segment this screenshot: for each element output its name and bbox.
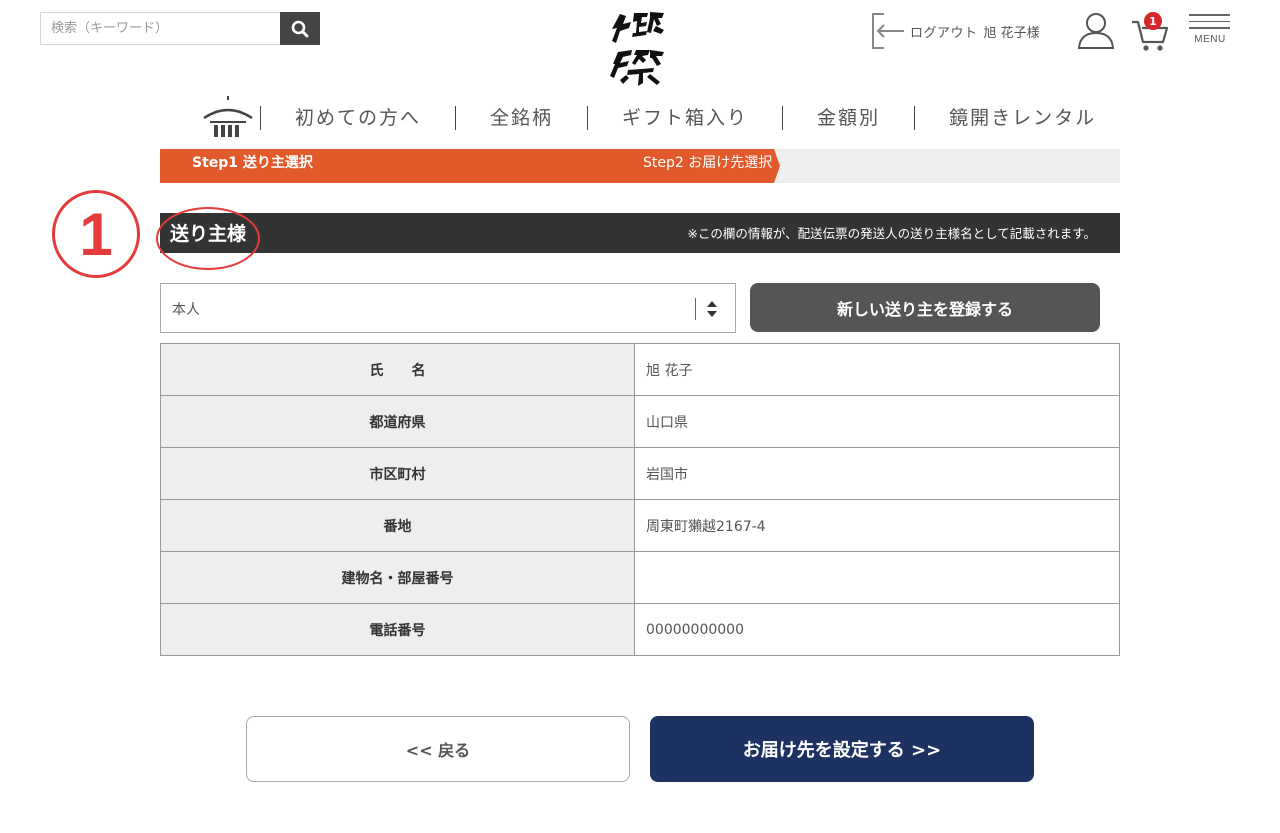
section-note: ※この欄の情報が、配送伝票の発送人の送り主様名として記載されます。	[687, 226, 1096, 241]
dassai-logo[interactable]	[610, 10, 670, 88]
cart-count-badge: 1	[1144, 12, 1162, 30]
nav-all-brands[interactable]: 全銘柄	[455, 106, 587, 130]
search-box	[40, 12, 320, 45]
section-header: 送り主様 ※この欄の情報が、配送伝票の発送人の送り主様名として記載されます。	[160, 213, 1120, 253]
hamburger-menu-icon	[1189, 14, 1230, 16]
nav-home[interactable]	[196, 96, 260, 140]
menu-button[interactable]: MENU	[1189, 14, 1231, 45]
logout-link[interactable]: ログアウト 旭 花子様	[870, 12, 1040, 50]
row-value: 周東町獺越2167-4	[634, 499, 1120, 552]
select-divider	[695, 298, 696, 320]
annotation-number: 1	[52, 190, 140, 278]
table-row: 市区町村 岩国市	[160, 447, 1120, 500]
nav-by-price[interactable]: 金額別	[782, 106, 914, 130]
sender-select-value: 本人	[172, 302, 200, 318]
table-row: 氏 名 旭 花子	[160, 343, 1120, 396]
menu-label: MENU	[1194, 33, 1226, 45]
sender-select[interactable]: 本人	[160, 283, 736, 333]
row-label: 番地	[160, 499, 635, 552]
table-row: 番地 周東町獺越2167-4	[160, 499, 1120, 552]
search-input[interactable]	[40, 12, 280, 45]
logout-label: ログアウト	[910, 25, 978, 41]
table-row: 建物名・部屋番号	[160, 551, 1120, 604]
nav-first-time[interactable]: 初めての方へ	[260, 106, 455, 130]
row-label: 市区町村	[160, 447, 635, 500]
user-icon[interactable]	[1076, 10, 1116, 50]
set-delivery-address-button[interactable]: お届け先を設定する >>	[650, 716, 1034, 782]
logout-icon	[872, 13, 904, 49]
user-name: 旭 花子様	[983, 25, 1040, 41]
register-new-sender-button[interactable]: 新しい送り主を登録する	[750, 283, 1100, 332]
row-label: 都道府県	[160, 395, 635, 448]
table-row: 電話番号 00000000000	[160, 603, 1120, 656]
sender-info-table: 氏 名 旭 花子 都道府県 山口県 市区町村 岩国市 番地 周東町獺越2167-…	[160, 343, 1120, 656]
row-label: 建物名・部屋番号	[160, 551, 635, 604]
search-button[interactable]	[280, 12, 320, 45]
nav-gift-box[interactable]: ギフト箱入り	[587, 106, 782, 130]
step-indicator: Step1 送り主選択 Step2 お届け先選択	[160, 149, 1120, 183]
search-icon	[291, 20, 309, 37]
annotation-ellipse	[156, 207, 260, 270]
row-label: 電話番号	[160, 603, 635, 656]
row-value: 00000000000	[634, 603, 1120, 656]
select-arrows-icon	[707, 301, 717, 317]
home-icon	[203, 96, 253, 137]
row-value: 山口県	[634, 395, 1120, 448]
global-nav: 初めての方へ 全銘柄 ギフト箱入り 金額別 鏡開きレンタル	[196, 96, 1130, 140]
row-value	[634, 551, 1120, 604]
cart-button[interactable]: 1	[1130, 12, 1172, 54]
step2-label: Step2 お届け先選択	[643, 155, 773, 171]
table-row: 都道府県 山口県	[160, 395, 1120, 448]
row-label: 氏 名	[160, 343, 635, 396]
nav-kagamibiraki-rental[interactable]: 鏡開きレンタル	[914, 106, 1130, 130]
row-value: 岩国市	[634, 447, 1120, 500]
row-value: 旭 花子	[634, 343, 1120, 396]
back-button[interactable]: << 戻る	[246, 716, 630, 782]
